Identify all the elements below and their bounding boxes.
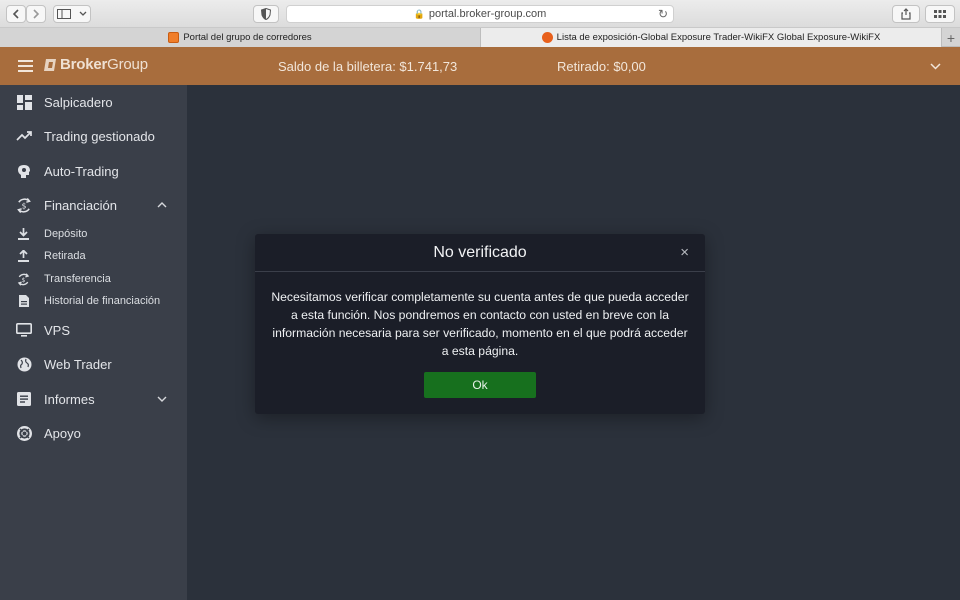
menu-icon[interactable] (18, 60, 33, 72)
dashboard-icon (16, 94, 32, 110)
logo-bold-text: Broker (60, 56, 108, 73)
modal-message: Necesitamos verificar completamente su c… (271, 290, 689, 358)
app-header: BrokerGroup Saldo de la billetera: $1.74… (0, 47, 960, 85)
logo-regular-text: Group (107, 56, 148, 73)
chevron-down-icon (79, 11, 87, 16)
back-button[interactable] (6, 5, 26, 23)
sidebar-item-label: VPS (44, 322, 71, 338)
broker-logo-icon (44, 58, 56, 71)
logo[interactable]: BrokerGroup (43, 56, 148, 73)
browser-toolbar: 🔒 portal.broker-group.com ↻ (0, 0, 960, 28)
sidebar-subitem-label: Transferencia (44, 273, 111, 285)
reload-icon[interactable]: ↻ (658, 7, 668, 21)
grid-icon (934, 10, 946, 18)
tab-label: Lista de exposición-Global Exposure Trad… (556, 32, 881, 43)
history-icon (17, 295, 30, 308)
sidebar-item-label: Salpicadero (44, 94, 113, 110)
share-button[interactable] (892, 5, 920, 23)
svg-text:$: $ (22, 276, 26, 283)
sidebar: Salpicadero Trading gestionado Auto-Trad… (0, 85, 187, 600)
forward-button[interactable] (26, 5, 46, 23)
tab-overview-button[interactable] (925, 5, 955, 23)
chevron-down-icon[interactable] (930, 59, 941, 73)
sidebar-subitem-label: Depósito (44, 228, 88, 240)
withdrawn-amount: Retirado: $0,00 (557, 59, 646, 74)
sidebar-item-managed-trading[interactable]: Trading gestionado (0, 121, 187, 151)
svg-text:$: $ (22, 201, 27, 210)
sidebar-icon (57, 9, 71, 19)
support-icon (16, 425, 32, 441)
sidebar-item-label: Informes (44, 391, 95, 407)
ok-button[interactable]: Ok (424, 372, 536, 398)
sidebar-subitem-label: Historial de financiación (44, 295, 161, 307)
modal-header: No verificado × (255, 234, 705, 272)
new-tab-button[interactable]: + (942, 28, 960, 47)
chevron-up-icon (157, 200, 167, 211)
url-text: portal.broker-group.com (428, 8, 547, 20)
wikifx-favicon-icon (541, 32, 553, 43)
sidebar-item-dashboard[interactable]: Salpicadero (0, 87, 187, 117)
chevron-left-icon (12, 9, 19, 19)
share-icon (901, 8, 911, 20)
sidebar-item-label: Auto-Trading (44, 163, 119, 179)
sidebar-item-financing[interactable]: $ Financiación (0, 190, 187, 220)
close-icon[interactable]: × (680, 245, 689, 260)
sidebar-toggle-button[interactable] (53, 5, 91, 23)
transfer-icon: $ (17, 272, 30, 286)
not-verified-modal: No verificado × Necesitamos verificar co… (255, 234, 705, 414)
sidebar-item-auto-trading[interactable]: Auto-Trading (0, 156, 187, 186)
globe-icon (16, 356, 32, 372)
modal-title: No verificado (433, 244, 527, 261)
tab-bar: Portal del grupo de corredores Lista de … (0, 28, 960, 47)
tab-wikifx[interactable]: Lista de exposición-Global Exposure Trad… (480, 28, 942, 47)
robot-head-icon (16, 163, 32, 179)
sidebar-item-label: Web Trader (44, 356, 112, 372)
download-icon (17, 228, 30, 241)
sidebar-subitem-transfer[interactable]: $ Transferencia (0, 269, 187, 289)
sidebar-item-label: Apoyo (44, 425, 81, 441)
shield-icon (261, 8, 271, 20)
tab-broker-portal[interactable]: Portal del grupo de corredores (0, 28, 480, 47)
wallet-balance: Saldo de la billetera: $1.741,73 (278, 59, 458, 74)
sidebar-item-label: Financiación (44, 197, 117, 213)
monitor-icon (16, 322, 32, 338)
broker-favicon-icon (168, 32, 180, 43)
privacy-shield-button[interactable] (253, 5, 279, 23)
sidebar-subitem-deposit[interactable]: Depósito (0, 224, 187, 244)
chevron-down-icon (157, 394, 167, 405)
sidebar-item-web-trader[interactable]: Web Trader (0, 349, 187, 379)
lock-icon: 🔒 (413, 8, 425, 19)
tab-label: Portal del grupo de corredores (183, 32, 312, 43)
upload-icon (17, 250, 30, 263)
sidebar-item-vps[interactable]: VPS (0, 315, 187, 345)
address-bar[interactable]: 🔒 portal.broker-group.com ↻ (286, 5, 674, 23)
sidebar-item-support[interactable]: Apoyo (0, 418, 187, 448)
sidebar-subitem-label: Retirada (44, 250, 86, 262)
sidebar-item-reports[interactable]: Informes (0, 384, 187, 414)
report-icon (16, 391, 32, 407)
sidebar-subitem-financing-history[interactable]: Historial de financiación (0, 291, 187, 311)
money-cycle-icon: $ (16, 197, 32, 213)
trending-up-icon (16, 128, 32, 144)
sidebar-item-label: Trading gestionado (44, 128, 155, 144)
chevron-right-icon (33, 9, 40, 19)
sidebar-subitem-withdrawal[interactable]: Retirada (0, 246, 187, 266)
